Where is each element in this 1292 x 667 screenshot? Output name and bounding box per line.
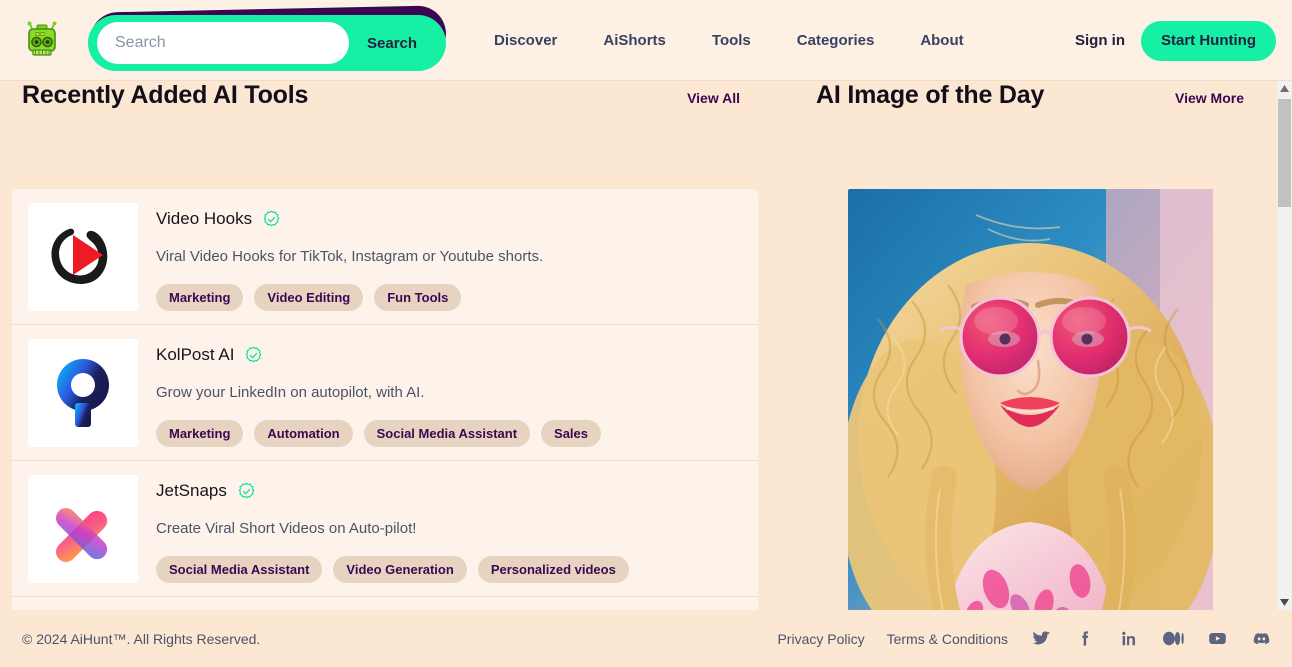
ai-image-of-the-day[interactable] [847, 189, 1213, 624]
verified-badge-icon [238, 482, 255, 498]
discord-icon[interactable] [1250, 628, 1272, 650]
tag[interactable]: Fun Tools [374, 284, 462, 311]
view-more-link[interactable]: View More [1175, 90, 1244, 106]
tool-info: JetSnaps Create Viral Short Videos on Au… [156, 475, 629, 583]
header-actions: Sign in Start Hunting [1075, 0, 1276, 81]
list-item[interactable]: Video Hooks Viral Video Hooks for TikTok… [12, 189, 758, 325]
scrollbar-thumb[interactable] [1278, 99, 1291, 207]
search-bar: Search [88, 5, 448, 73]
copyright-text: © 2024 AiHunt™. All Rights Reserved. [22, 630, 261, 647]
site-footer: © 2024 AiHunt™. All Rights Reserved. Pri… [0, 610, 1292, 667]
video-hooks-logo-icon [51, 228, 108, 284]
tool-info: KolPost AI Grow your LinkedIn on autopil… [156, 339, 602, 447]
tag[interactable]: Video Generation [333, 556, 467, 583]
youtube-icon[interactable] [1206, 628, 1228, 650]
tools-list: Video Hooks Viral Video Hooks for TikTok… [12, 189, 758, 623]
tools-section-header: Recently Added AI Tools View All [0, 81, 770, 189]
scroll-down-arrow-icon[interactable] [1277, 595, 1292, 610]
scroll-up-arrow-icon[interactable] [1277, 81, 1292, 96]
tag[interactable]: Social Media Assistant [156, 556, 323, 583]
linkedin-icon[interactable] [1118, 628, 1140, 650]
tools-section-title: Recently Added AI Tools [22, 81, 309, 109]
tool-tags: Social Media Assistant Video Generation … [156, 556, 629, 583]
footer-links: Privacy Policy Terms & Conditions [777, 628, 1272, 650]
twitter-icon[interactable] [1030, 628, 1052, 650]
view-all-link[interactable]: View All [687, 90, 740, 106]
nav-item-about[interactable]: About [920, 32, 963, 49]
jetsnaps-logo-icon [56, 508, 108, 562]
tool-tags: Marketing Video Editing Fun Tools [156, 284, 543, 311]
main-navigation: Discover AiShorts Tools Categories About [494, 32, 964, 49]
tag[interactable]: Sales [541, 420, 602, 447]
terms-conditions-link[interactable]: Terms & Conditions [887, 631, 1008, 647]
page-root: Search Discover AiShorts Tools Categorie… [0, 0, 1292, 667]
list-item[interactable]: KolPost AI Grow your LinkedIn on autopil… [12, 325, 758, 461]
ai-image-of-the-day-section: AI Image of the Day View More [790, 81, 1270, 624]
list-item[interactable]: JetSnaps Create Viral Short Videos on Au… [12, 461, 758, 597]
tag[interactable]: Marketing [156, 420, 244, 447]
robot-logo-icon [27, 21, 57, 56]
tag[interactable]: Marketing [156, 284, 244, 311]
tool-info: Video Hooks Viral Video Hooks for TikTok… [156, 203, 543, 311]
privacy-policy-link[interactable]: Privacy Policy [777, 631, 864, 647]
search-bar-pill: Search [88, 15, 446, 71]
tool-logo [28, 475, 138, 583]
facebook-icon[interactable] [1074, 628, 1096, 650]
tag[interactable]: Automation [254, 420, 353, 447]
search-input[interactable] [97, 22, 349, 64]
sign-in-link[interactable]: Sign in [1075, 32, 1125, 49]
nav-item-discover[interactable]: Discover [494, 32, 557, 49]
tool-description: Viral Video Hooks for TikTok, Instagram … [156, 248, 544, 265]
site-logo[interactable] [20, 18, 64, 62]
tool-name: KolPost AI [156, 345, 235, 364]
verified-badge-icon [246, 346, 262, 362]
search-button[interactable]: Search [367, 35, 417, 52]
verified-badge-icon [263, 210, 280, 226]
main-content: Recently Added AI Tools View All Video H… [0, 81, 1292, 624]
tag[interactable]: Social Media Assistant [363, 420, 531, 447]
start-hunting-button[interactable]: Start Hunting [1141, 20, 1276, 61]
tool-logo [28, 203, 138, 311]
site-header: Search Discover AiShorts Tools Categorie… [0, 0, 1292, 81]
medium-icon[interactable] [1162, 628, 1184, 650]
nav-item-categories[interactable]: Categories [797, 32, 875, 49]
nav-item-aishorts[interactable]: AiShorts [603, 32, 666, 49]
tool-logo [28, 339, 138, 447]
ai-portrait-image [847, 189, 1213, 624]
tool-description: Create Viral Short Videos on Auto-pilot! [156, 520, 417, 537]
recently-added-tools-section: Recently Added AI Tools View All Video H… [0, 81, 770, 623]
image-section-title: AI Image of the Day [816, 81, 1045, 109]
tool-tags: Marketing Automation Social Media Assist… [156, 420, 602, 447]
nav-item-tools[interactable]: Tools [712, 32, 751, 49]
kolpost-ai-logo-icon [57, 359, 109, 427]
tool-description: Grow your LinkedIn on autopilot, with AI… [156, 384, 425, 401]
tool-name: JetSnaps [156, 481, 227, 500]
tool-name: Video Hooks [156, 209, 253, 228]
image-section-header: AI Image of the Day View More [790, 81, 1270, 189]
tag[interactable]: Personalized videos [477, 556, 629, 583]
page-scrollbar[interactable] [1277, 81, 1292, 610]
tag[interactable]: Video Editing [254, 284, 364, 311]
